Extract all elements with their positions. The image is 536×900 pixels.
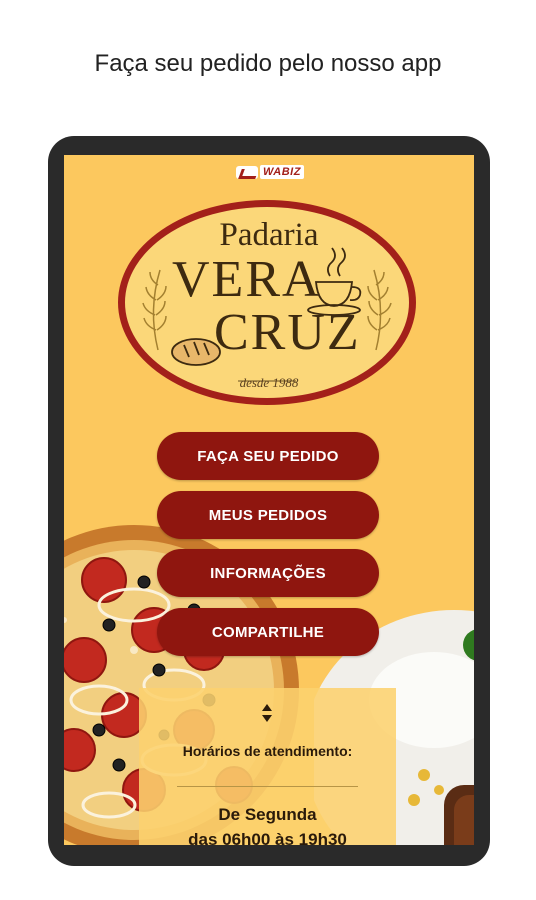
brand-name: WABIZ	[260, 165, 304, 179]
logo-vera: VERA	[172, 251, 322, 308]
sort-arrows-icon[interactable]	[259, 702, 275, 724]
brand-badge: WABIZ	[232, 162, 308, 182]
logo-padaria: Padaria	[219, 217, 319, 253]
my-orders-button[interactable]: MEUS PEDIDOS	[157, 491, 379, 539]
wabiz-logo-icon	[236, 165, 259, 179]
hours-card: Horários de atendimento: De Segunda das …	[139, 688, 396, 845]
order-button[interactable]: FAÇA SEU PEDIDO	[157, 432, 379, 480]
logo-cruz: CRUZ	[214, 304, 361, 361]
share-button[interactable]: COMPARTILHE	[157, 608, 379, 656]
hours-divider	[177, 786, 358, 787]
info-button[interactable]: INFORMAÇÕES	[157, 549, 379, 597]
hours-time: das 06h00 às 19h30	[188, 830, 347, 845]
hours-day: De Segunda	[218, 805, 317, 824]
logo-since: desde 1988	[239, 375, 299, 390]
app-screen: WABIZ Padaria VERA CRUZ desde 1988 FAÇA …	[64, 155, 474, 845]
headline: Faça seu pedido pelo nosso app	[94, 50, 442, 77]
hours-title: Horários de atendimento:	[182, 743, 353, 759]
